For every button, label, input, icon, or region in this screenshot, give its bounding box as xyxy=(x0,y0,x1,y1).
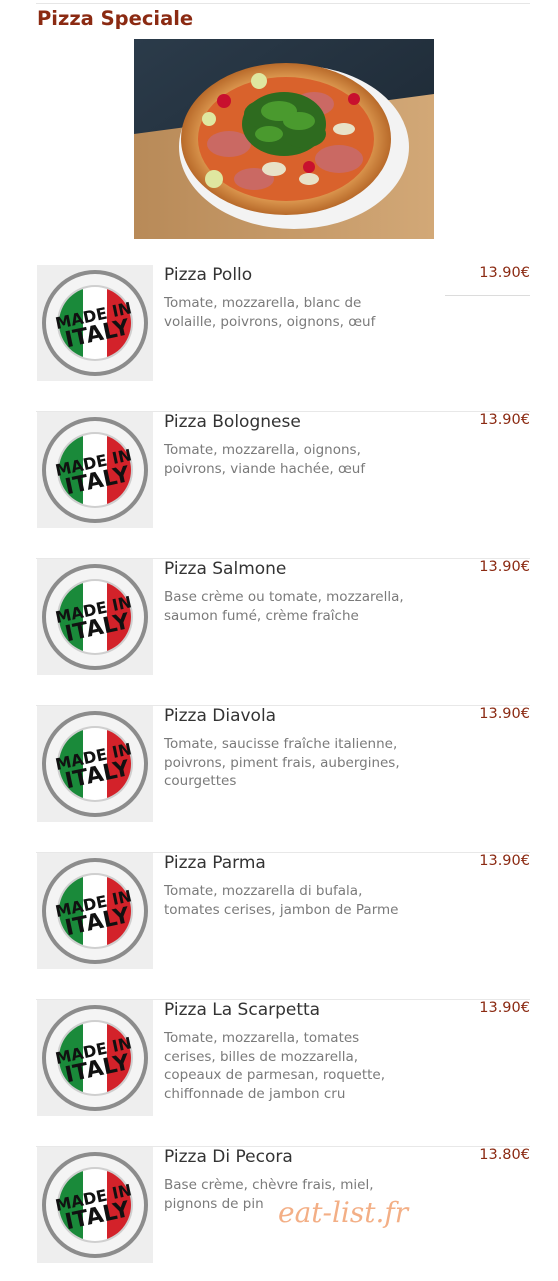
watermark-logo: eat-list.fr xyxy=(278,1196,409,1229)
top-divider xyxy=(36,3,530,4)
item-name: Pizza La Scarpetta xyxy=(164,1000,321,1020)
made-in-italy-badge-icon: MADE IN ITALY xyxy=(37,1000,153,1116)
made-in-italy-badge-icon: MADE IN ITALY xyxy=(37,412,153,528)
price-divider xyxy=(445,295,530,296)
item-description: Base crème ou tomate, mozzarella, saumon… xyxy=(164,589,404,624)
item-price: 13.90€ xyxy=(479,1000,530,1016)
menu-item[interactable]: MADE IN ITALY Pizza Parma Tomate, mozzar… xyxy=(36,853,530,1000)
made-in-italy-badge-icon: MADE IN ITALY xyxy=(37,706,153,822)
item-description: Tomate, mozzarella di bufala, tomates ce… xyxy=(164,883,399,918)
menu-item[interactable]: MADE IN ITALY Pizza Pollo Tomate, mozzar… xyxy=(36,265,530,412)
item-price: 13.90€ xyxy=(479,853,530,869)
item-price: 13.90€ xyxy=(479,559,530,575)
section-title: Pizza Speciale xyxy=(37,7,194,30)
pizza-hero-image xyxy=(134,39,434,239)
item-name: Pizza Salmone xyxy=(164,559,287,579)
item-price: 13.90€ xyxy=(479,706,530,722)
made-in-italy-badge-icon: MADE IN ITALY xyxy=(37,559,153,675)
item-name: Pizza Parma xyxy=(164,853,266,873)
made-in-italy-badge-icon: MADE IN ITALY xyxy=(37,1147,153,1263)
item-name: Pizza Di Pecora xyxy=(164,1147,293,1167)
menu-item[interactable]: MADE IN ITALY Pizza Salmone Base crème o… xyxy=(36,559,530,706)
item-description: Tomate, mozzarella, blanc de volaille, p… xyxy=(164,295,376,330)
item-price: 13.90€ xyxy=(479,265,530,281)
item-description: Tomate, saucisse fraîche italienne, poiv… xyxy=(164,736,400,789)
made-in-italy-badge-icon: MADE IN ITALY xyxy=(37,265,153,381)
menu-item[interactable]: MADE IN ITALY Pizza Bolognese Tomate, mo… xyxy=(36,412,530,559)
made-in-italy-badge-icon: MADE IN ITALY xyxy=(37,853,153,969)
item-description: Tomate, mozzarella, oignons, poivrons, v… xyxy=(164,442,366,477)
item-price: 13.80€ xyxy=(479,1147,530,1163)
menu-item[interactable]: MADE IN ITALY Pizza La Scarpetta Tomate,… xyxy=(36,1000,530,1147)
item-description: Tomate, mozzarella, tomates cerises, bil… xyxy=(164,1030,386,1102)
item-name: Pizza Diavola xyxy=(164,706,277,726)
item-name: Pizza Bolognese xyxy=(164,412,301,432)
menu-item[interactable]: MADE IN ITALY Pizza Diavola Tomate, sauc… xyxy=(36,706,530,853)
item-price: 13.90€ xyxy=(479,412,530,428)
item-name: Pizza Pollo xyxy=(164,265,253,285)
